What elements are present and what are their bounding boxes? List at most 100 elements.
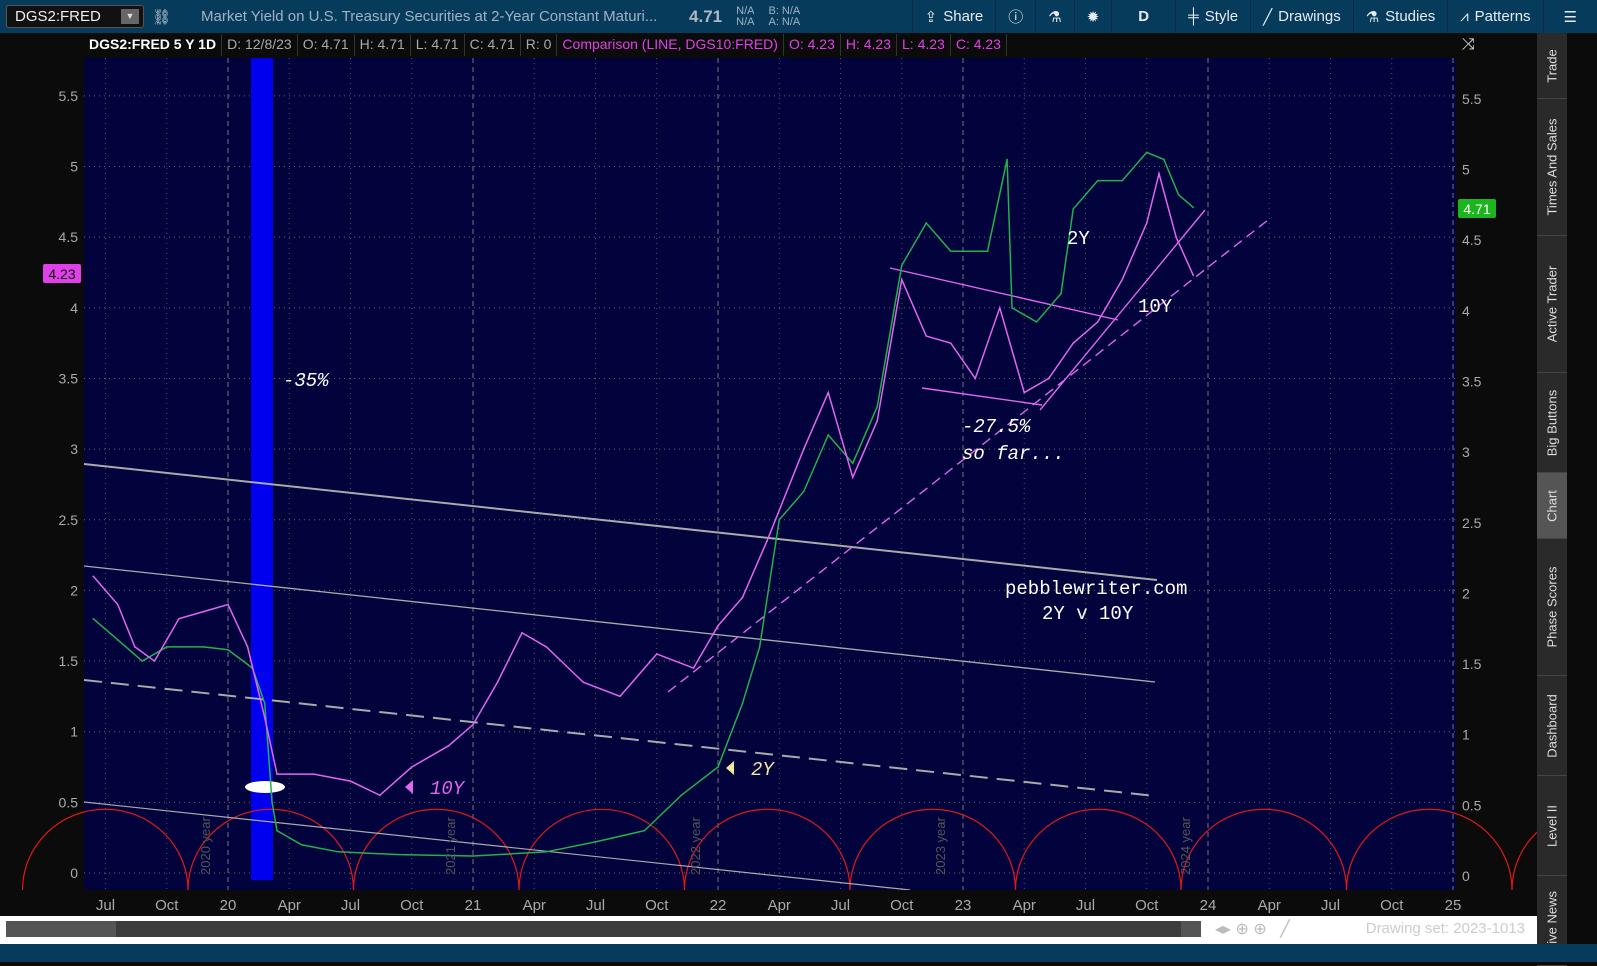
y-tick-label-left: 1.5	[59, 653, 79, 669]
data-point-dgs2	[92, 617, 95, 620]
studies-button[interactable]: ⚗ Studies	[1352, 0, 1448, 33]
x-tick-label: 24	[1200, 897, 1217, 914]
menu-button[interactable]: ☰	[1542, 0, 1597, 33]
data-point-dgs10	[1175, 236, 1177, 238]
flask-icon: ⚗	[1048, 8, 1062, 26]
data-point-dgs10	[349, 780, 352, 782]
zoom-icons[interactable]: ◂▸ ⊕ ⊕ ╱	[1215, 919, 1290, 939]
data-point-dgs10	[827, 391, 830, 394]
data-point-dgs2	[876, 405, 879, 408]
comparison-open: O: 4.23	[784, 34, 841, 56]
chart-info-bar: DGS2:FRED 5 Y 1D D: 12/8/23 O: 4.71 H: 4…	[84, 34, 1007, 56]
patterns-button[interactable]: ⩘ Patterns	[1447, 0, 1542, 33]
data-point-dgs2	[1096, 179, 1099, 182]
period-button[interactable]: D	[1111, 0, 1175, 33]
year-label: 2020 year	[198, 817, 213, 875]
data-point-dgs2	[758, 646, 761, 648]
info-button[interactable]: ⓘ	[995, 0, 1035, 33]
y-tick-label-left: 0	[70, 865, 78, 881]
y-tick-label-left: 5.5	[59, 88, 79, 104]
sidebar-tab-chart[interactable]: Chart	[1537, 473, 1567, 539]
sidebar-tab-label: Big Buttons	[1544, 389, 1560, 456]
sidebar-tab-label: Chart	[1544, 489, 1560, 522]
sidebar-tab-level-ii[interactable]: Level II	[1537, 776, 1567, 876]
x-tick-label: Apr	[1258, 897, 1281, 914]
y-tick-label-right: 2	[1462, 585, 1470, 601]
sidebar-tab-dashboard[interactable]: Dashboard	[1537, 676, 1567, 776]
data-point-dgs10	[178, 617, 180, 620]
data-point-dgs2	[398, 853, 401, 856]
link-icon[interactable]: ⛓	[152, 8, 171, 26]
collapse-icon[interactable]: ⤨	[1462, 36, 1475, 54]
chart-area[interactable]: 0 00.5 0.51 11.5 1.52 22.5 2.53 33.5 3.54 44.5 4.5…	[0, 56, 1537, 916]
price-label-left-text: 4.23	[48, 266, 75, 282]
data-point-dgs10	[949, 342, 952, 344]
data-point-dgs10	[496, 681, 499, 684]
data-point-dgs10	[692, 667, 695, 669]
data-point-dgs10	[802, 448, 805, 450]
data-point-dgs2	[271, 801, 273, 804]
data-point-dgs10	[379, 794, 381, 797]
symbol-selector[interactable]: DGS2:FRED ▼	[6, 5, 144, 28]
x-tick-label: Oct	[400, 897, 424, 914]
data-point-dgs10	[227, 603, 229, 606]
data-point-dgs2	[900, 264, 903, 267]
sidebar-tab-times-and-sales[interactable]: Times And Sales	[1537, 99, 1567, 236]
flask-icon: ⚗	[1365, 8, 1380, 26]
symbol-description: Market Yield on U.S. Treasury Securities…	[201, 8, 658, 25]
x-tick-label: Oct	[645, 897, 669, 914]
annotation-275pct: -27.5%	[962, 416, 1032, 438]
style-button[interactable]: ╪ Style	[1175, 0, 1250, 33]
label-2y-arrow: 2Y	[751, 759, 775, 781]
share-button[interactable]: ⇪ Share	[911, 0, 996, 33]
x-tick-label: Apr	[278, 897, 301, 914]
data-point-dgs10	[619, 695, 621, 698]
data-point-dgs2	[643, 829, 646, 832]
x-tick-label: Jul	[586, 897, 605, 914]
chevron-down-icon[interactable]: ▼	[121, 9, 139, 24]
data-point-dgs10	[1158, 172, 1160, 175]
y-tick-label-left: 4	[70, 300, 78, 316]
settings-button[interactable]: ✹	[1073, 0, 1112, 33]
data-point-dgs2	[472, 855, 474, 857]
data-point-dgs10	[276, 773, 278, 775]
data-point-dgs10	[1023, 391, 1026, 394]
sidebar-tab-phase-scores[interactable]: Phase Scores	[1537, 539, 1567, 676]
footer	[0, 944, 1597, 962]
year-label: 2023 year	[933, 817, 948, 875]
annotation-10y: 10Y	[1138, 296, 1173, 318]
info-date: D: 12/8/23	[222, 34, 298, 56]
y-tick-label-right: 3	[1462, 444, 1470, 460]
flask-button[interactable]: ⚗	[1035, 0, 1073, 33]
drawing-set[interactable]: Drawing set: 2023-1013	[1366, 920, 1525, 937]
toolbar: DGS2:FRED ▼ ⛓ Market Yield on U.S. Treasu…	[0, 0, 1597, 33]
gear-icon: ✹	[1086, 8, 1100, 26]
x-tick-label: Jul	[1076, 897, 1095, 914]
y-tick-label-left: 4.5	[59, 229, 79, 245]
x-tick-label: Apr	[768, 897, 791, 914]
data-point-dgs10	[1121, 278, 1124, 281]
price-label-right-text: 4.71	[1463, 201, 1490, 217]
y-tick-label-right: 5	[1462, 162, 1470, 178]
change-pct-na: N/A	[736, 15, 755, 28]
drawings-button[interactable]: ╱ Drawings	[1250, 0, 1353, 33]
chart-title: DGS2:FRED 5 Y 1D	[84, 34, 223, 56]
y-tick-label-right: 1.5	[1462, 656, 1482, 672]
share-label: Share	[943, 8, 984, 25]
sidebar-tab-label: Active Trader	[1544, 265, 1560, 343]
y-tick-label-left: 3.5	[59, 370, 79, 386]
data-point-dgs2	[165, 646, 168, 648]
data-point-dgs2	[202, 646, 205, 648]
right-sidebar: Trade Times And Sales Active Trader Big But…	[1537, 33, 1567, 966]
bid-ask: B: N/A A: N/A	[768, 5, 800, 28]
horizontal-scrollbar[interactable]	[6, 921, 1201, 937]
y-tick-label-right: 2.5	[1462, 515, 1482, 531]
patterns-label: Patterns	[1474, 8, 1531, 25]
sidebar-tab-trade[interactable]: Trade	[1537, 33, 1567, 99]
drawings-label: Drawings	[1278, 8, 1341, 25]
info-open: O: 4.71	[298, 34, 355, 56]
scrollbar-thumb[interactable]	[116, 921, 1181, 937]
data-point-dgs10	[1145, 222, 1148, 224]
sidebar-tab-big-buttons[interactable]: Big Buttons	[1537, 373, 1567, 473]
sidebar-tab-active-trader[interactable]: Active Trader	[1537, 236, 1567, 373]
